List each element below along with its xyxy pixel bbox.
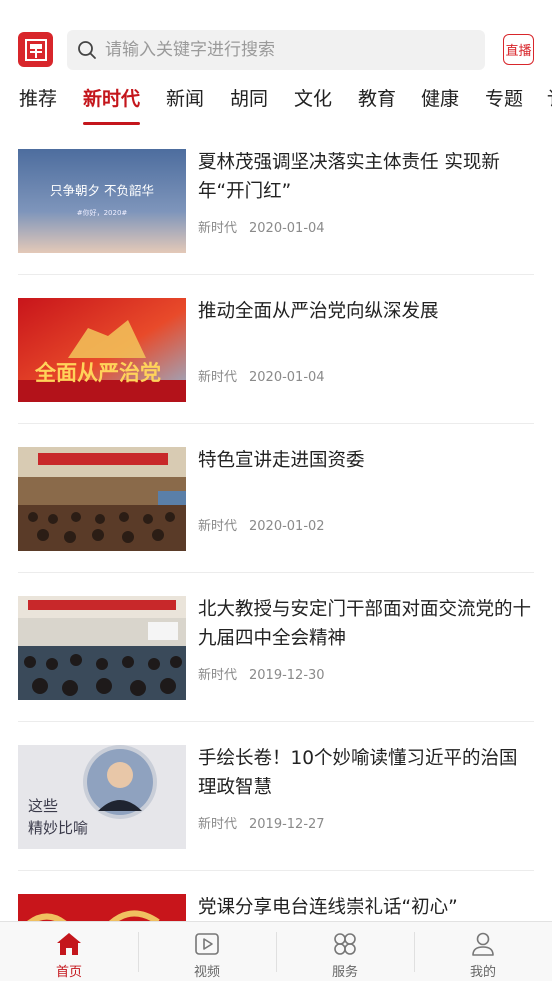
- tab-hutong[interactable]: 胡同: [230, 84, 268, 111]
- article-title: 北大教授与安定门干部面对面交流党的十九届四中全会精神: [198, 599, 532, 649]
- article-title: 手绘长卷！10个妙喻读懂习近平的治国理政智慧: [198, 748, 518, 798]
- nav-label: 我的: [469, 965, 496, 980]
- article-meta: 新时代 2019-12-27: [198, 813, 325, 832]
- thumb-caption: 精妙比喻: [28, 819, 88, 837]
- search-bar[interactable]: [67, 30, 485, 70]
- top-header: 直播: [0, 0, 552, 80]
- article-item[interactable]: 北大教授与安定门干部面对面交流党的十九届四中全会精神 新时代 2019-12-30: [18, 573, 534, 722]
- tab-culture[interactable]: 文化: [294, 84, 332, 111]
- app-logo-icon[interactable]: [18, 32, 53, 67]
- article-category: 新时代: [198, 221, 238, 236]
- thumb-caption: 全面从严治党: [34, 361, 161, 385]
- tab-special[interactable]: 专题: [485, 84, 523, 111]
- nav-label: 首页: [55, 965, 82, 980]
- nav-services[interactable]: 服务: [276, 922, 414, 981]
- article-meta: 新时代 2020-01-04: [198, 217, 325, 236]
- article-item[interactable]: 只争朝夕 不负韶华 #你好，2020# 夏林茂强调坚决落实主体责任 实现新年“开…: [18, 126, 534, 275]
- nav-profile[interactable]: 我的: [414, 922, 552, 981]
- tab-more[interactable]: 讠: [547, 84, 552, 111]
- tab-recommend[interactable]: 推荐: [19, 84, 57, 111]
- article-date: 2020-01-04: [249, 221, 325, 236]
- article-category: 新时代: [198, 370, 238, 385]
- video-icon: [195, 933, 219, 955]
- nav-video[interactable]: 视频: [138, 922, 276, 981]
- thumb-caption: 只争朝夕 不负韶华: [50, 183, 154, 198]
- nav-label: 服务: [331, 965, 358, 980]
- nav-label: 视频: [193, 965, 220, 980]
- article-thumbnail: 全面从严治党: [18, 298, 186, 402]
- article-category: 新时代: [198, 519, 238, 534]
- article-list: 只争朝夕 不负韶华 #你好，2020# 夏林茂强调坚决落实主体责任 实现新年“开…: [0, 126, 552, 921]
- article-date: 2020-01-02: [249, 519, 325, 534]
- search-input[interactable]: [105, 40, 465, 60]
- article-title: 夏林茂强调坚决落实主体责任 实现新年“开门红”: [198, 152, 500, 202]
- tab-news[interactable]: 新闻: [166, 84, 204, 111]
- thumb-caption: 这些: [28, 797, 58, 815]
- home-icon: [57, 933, 81, 955]
- article-title: 推动全面从严治党向纵深发展: [198, 301, 439, 322]
- article-thumbnail: 这些 精妙比喻: [18, 745, 186, 849]
- thumb-caption: #你好，2020#: [77, 208, 128, 217]
- tab-health[interactable]: 健康: [421, 84, 459, 111]
- nav-home[interactable]: 首页: [0, 922, 138, 981]
- active-tab-indicator: [83, 122, 140, 125]
- article-thumbnail: [18, 596, 186, 700]
- article-item[interactable]: 全面从严治党 推动全面从严治党向纵深发展 新时代 2020-01-04: [18, 275, 534, 424]
- article-item[interactable]: 党课分享电台连线崇礼话“初心”: [18, 871, 534, 921]
- bottom-navigation: 首页 视频 服务 我的: [0, 921, 552, 981]
- article-title: 特色宣讲走进国资委: [198, 450, 365, 471]
- article-date: 2019-12-27: [249, 817, 325, 832]
- article-category: 新时代: [198, 668, 238, 683]
- article-category: 新时代: [198, 817, 238, 832]
- article-meta: 新时代 2019-12-30: [198, 664, 325, 683]
- search-icon: [78, 41, 96, 59]
- live-button[interactable]: 直播: [503, 34, 534, 65]
- article-title: 党课分享电台连线崇礼话“初心”: [198, 897, 458, 918]
- article-date: 2019-12-30: [249, 668, 325, 683]
- article-thumbnail: [18, 447, 186, 551]
- article-meta: 新时代 2020-01-02: [198, 515, 325, 534]
- article-item[interactable]: 这些 精妙比喻 手绘长卷！10个妙喻读懂习近平的治国理政智慧 新时代 2019-1…: [18, 722, 534, 871]
- tab-new-era[interactable]: 新时代: [83, 84, 140, 111]
- category-tabs: 推荐 新时代 新闻 胡同 文化 教育 健康 专题 讠: [0, 80, 552, 126]
- article-thumbnail: [18, 894, 186, 921]
- article-item[interactable]: 特色宣讲走进国资委 新时代 2020-01-02: [18, 424, 534, 573]
- article-thumbnail: 只争朝夕 不负韶华 #你好，2020#: [18, 149, 186, 253]
- article-meta: 新时代 2020-01-04: [198, 366, 325, 385]
- profile-icon: [472, 932, 494, 956]
- article-date: 2020-01-04: [249, 370, 325, 385]
- tab-education[interactable]: 教育: [358, 84, 396, 111]
- services-icon: [334, 933, 356, 955]
